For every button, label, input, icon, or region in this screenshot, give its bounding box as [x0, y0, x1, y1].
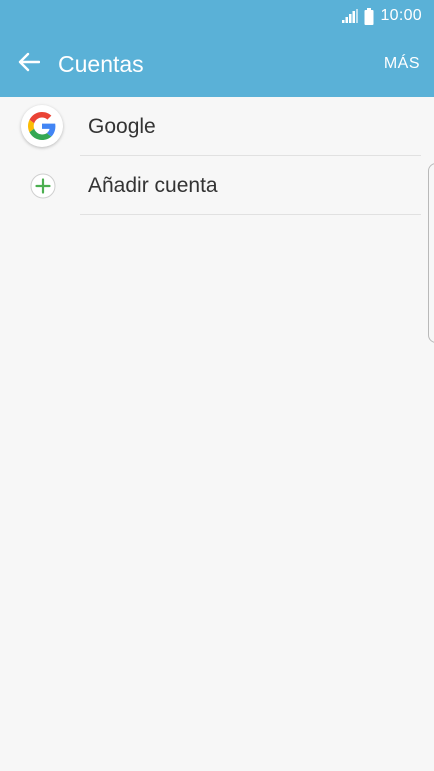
add-account-label: Añadir cuenta: [88, 174, 218, 197]
google-account-label: Google: [88, 115, 156, 138]
list-item-add-account[interactable]: Añadir cuenta: [0, 156, 434, 215]
accounts-list: Google Añadir cuenta: [0, 97, 434, 215]
back-button[interactable]: [14, 50, 44, 78]
battery-icon: [364, 7, 374, 25]
clock: 10:00: [380, 7, 422, 24]
divider: [80, 214, 421, 215]
plus-icon: [30, 173, 56, 199]
list-item-google[interactable]: Google: [0, 97, 434, 156]
signal-icon: [342, 9, 359, 23]
google-icon: [21, 105, 63, 147]
app-bar: Cuentas MÁS: [0, 42, 434, 86]
accounts-screen: 10:00 Cuentas MÁS Google Añadir cuenta: [0, 0, 434, 771]
status-bar: 10:00: [342, 4, 422, 28]
more-button[interactable]: MÁS: [384, 54, 420, 74]
header: 10:00 Cuentas MÁS: [0, 0, 434, 97]
page-title: Cuentas: [58, 51, 144, 77]
arrow-left-icon: [18, 52, 41, 77]
edge-panel-handle[interactable]: [428, 163, 434, 343]
